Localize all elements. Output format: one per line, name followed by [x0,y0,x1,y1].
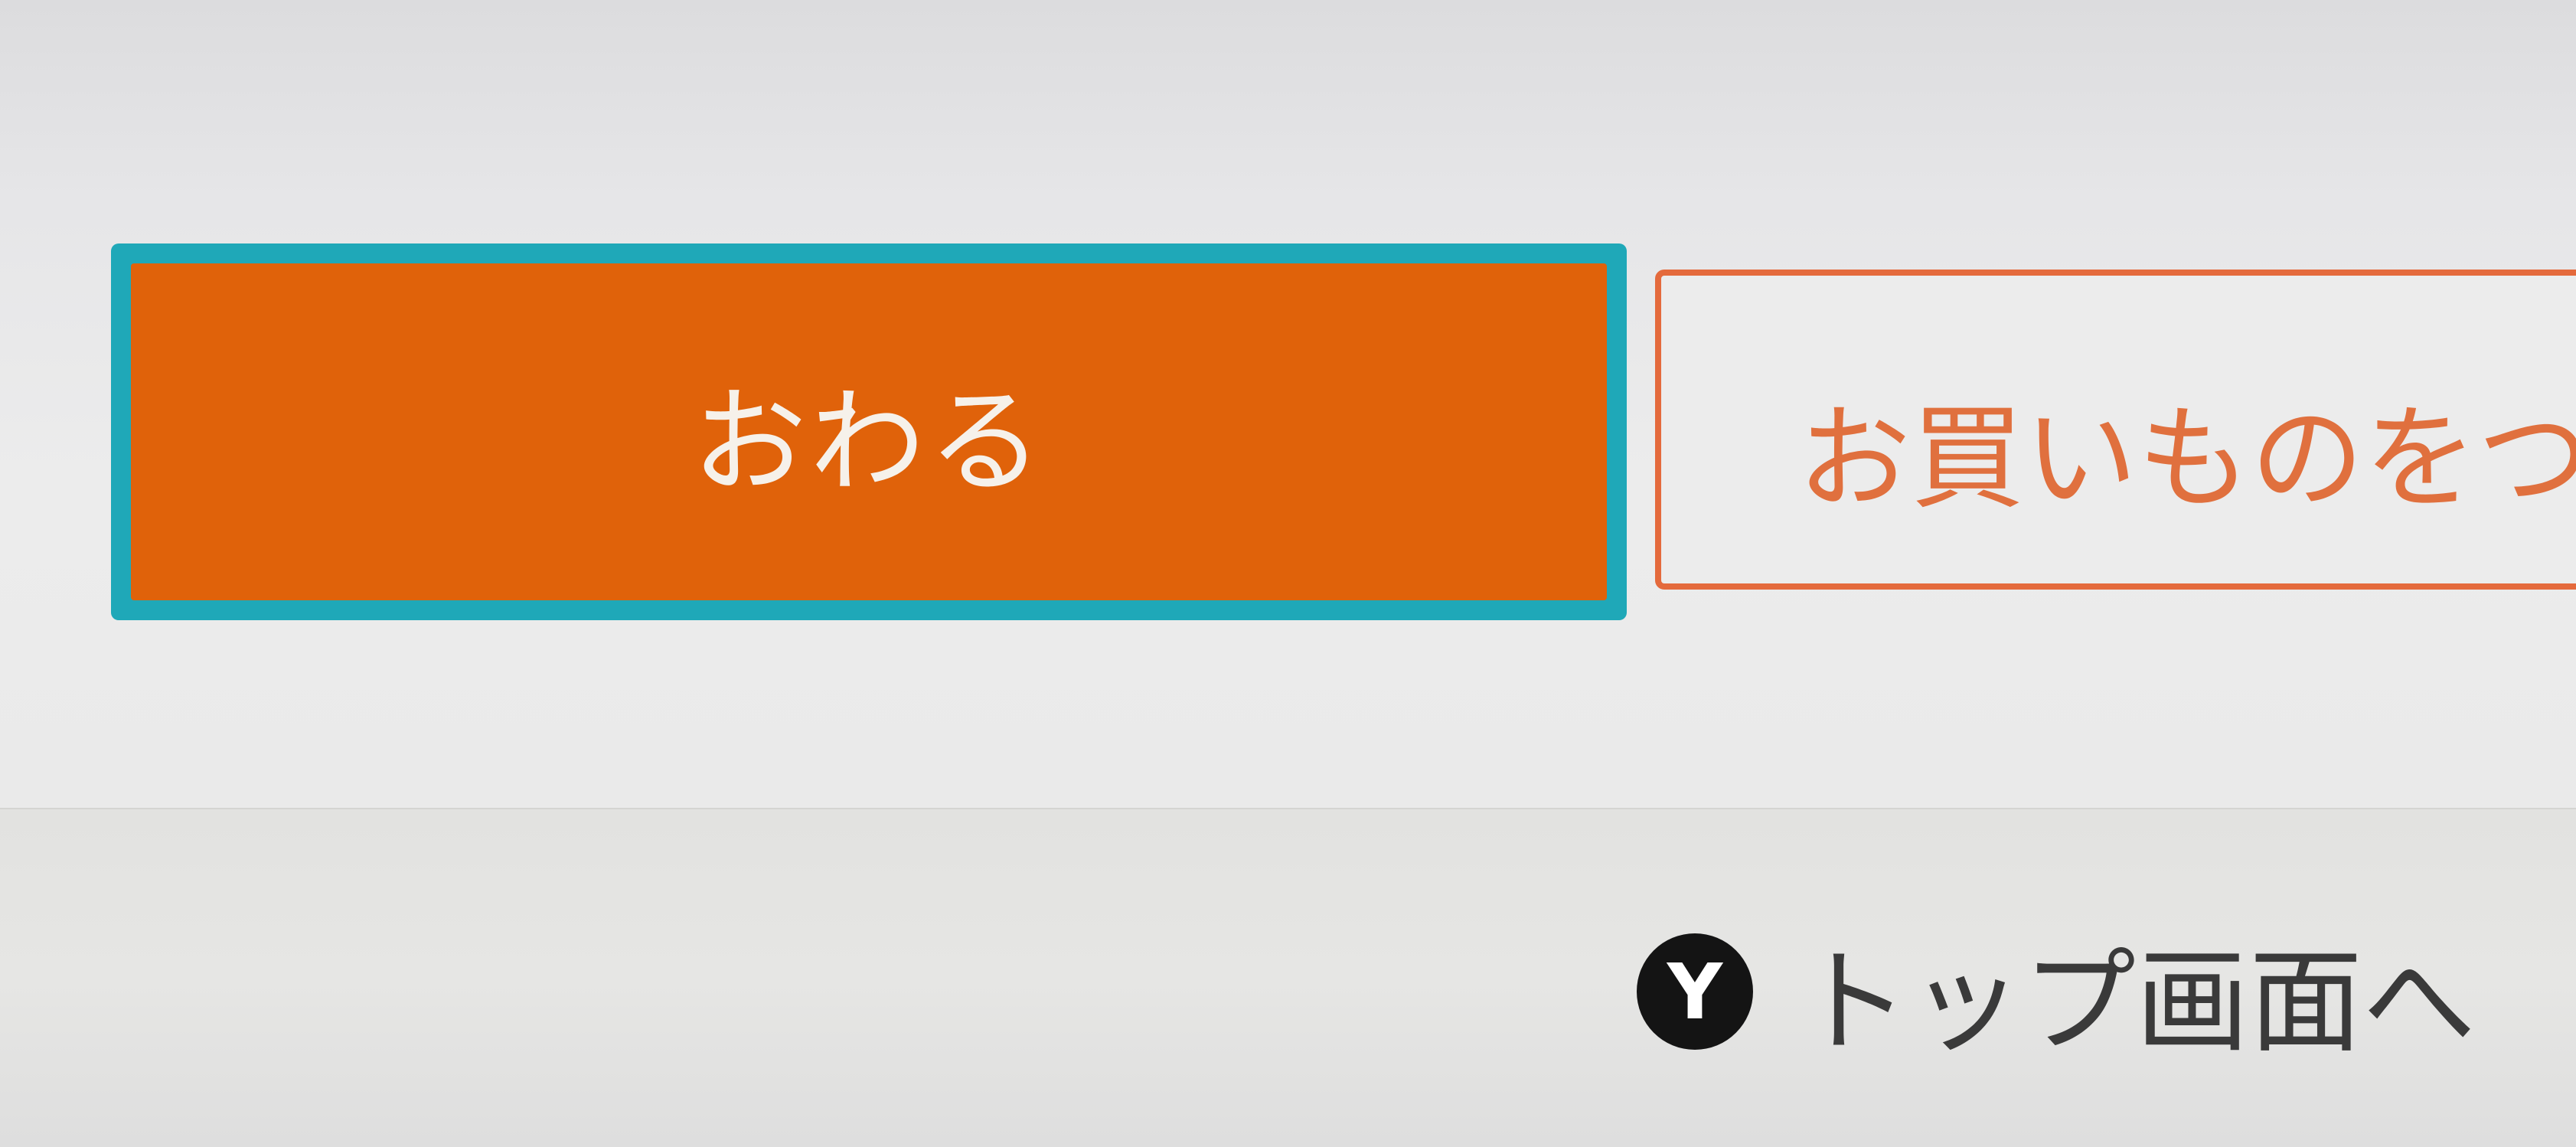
finish-button[interactable]: おわる [111,243,1627,620]
continue-shopping-button-label: お買いものをつ [1797,393,2576,524]
finish-button-label: おわる [691,375,1046,509]
top-screen-link-label: トップ画面へ [1796,936,2476,1068]
finish-button-face[interactable]: おわる [131,263,1607,600]
continue-shopping-button[interactable]: お買いものをつ [1655,270,2576,590]
y-button-icon: Y [1637,933,1753,1050]
y-button-icon-letter: Y [1667,946,1723,1037]
top-screen-link[interactable]: Y トップ画面へ [1637,930,2476,1068]
dialog-content-area: おわる お買いものをつ [0,0,2576,808]
